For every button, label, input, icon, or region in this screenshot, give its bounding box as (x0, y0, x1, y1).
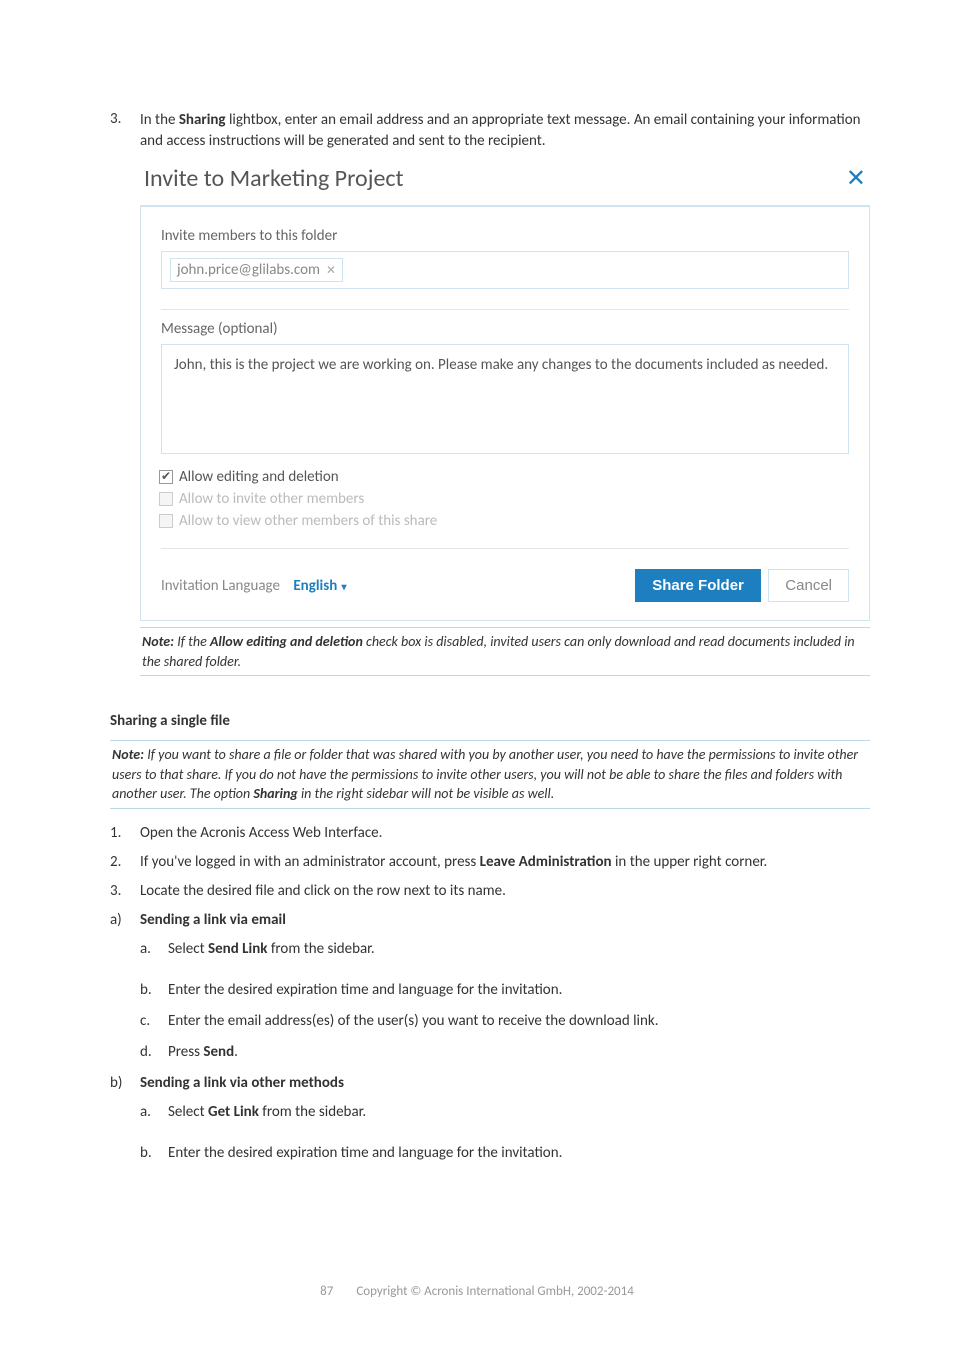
step-text: In the Sharing lightbox, enter an email … (140, 110, 870, 152)
email-chip: john.price@glilabs.com ✕ (170, 258, 343, 282)
dialog-buttons: Share Folder Cancel (635, 569, 849, 602)
divider (161, 309, 849, 310)
permissions-group: ✔ Allow editing and deletion Allow to in… (159, 468, 849, 530)
list-item: 3.Locate the desired file and click on t… (110, 881, 870, 902)
list-item: a.Select Get Link from the sidebar. (140, 1102, 870, 1123)
page-number: 87 (320, 1284, 333, 1299)
dialog-body: Invite members to this folder john.price… (140, 205, 870, 621)
dialog-header: Invite to Marketing Project ✕ (140, 164, 870, 205)
checkbox-unchecked-icon (159, 514, 173, 528)
checkbox-unchecked-icon (159, 492, 173, 506)
list-item: a.Select Send Link from the sidebar. (140, 939, 870, 960)
language-value: English ▾ (293, 577, 346, 595)
invite-dialog: Invite to Marketing Project ✕ Invite mem… (140, 164, 870, 621)
checkbox-checked-icon: ✔ (159, 470, 173, 484)
list-item: 2.If you've logged in with an administra… (110, 852, 870, 873)
sub-list-b: a.Select Get Link from the sidebar. b.En… (140, 1102, 870, 1164)
page-footer: 87 Copyright © Acronis International Gmb… (0, 1284, 954, 1299)
note-allow-editing: Note: If the Allow editing and deletion … (140, 627, 870, 676)
dialog-title: Invite to Marketing Project (144, 164, 404, 193)
allow-invite-checkbox[interactable]: Allow to invite other members (159, 490, 849, 508)
language-label: Invitation Language (161, 577, 280, 595)
step-number: 3. (110, 110, 140, 152)
divider (161, 548, 849, 549)
sharing-single-file-heading: Sharing a single file (110, 712, 870, 730)
list-item: c.Enter the email address(es) of the use… (140, 1011, 870, 1032)
cancel-button[interactable]: Cancel (768, 569, 849, 602)
list-item: b.Enter the desired expiration time and … (140, 980, 870, 1001)
message-textarea[interactable]: John, this is the project we are working… (161, 344, 849, 454)
sub-list-a: a.Select Send Link from the sidebar. b.E… (140, 939, 870, 1063)
chip-remove-icon[interactable]: ✕ (326, 263, 336, 278)
share-folder-button[interactable]: Share Folder (635, 569, 761, 602)
instruction-list: 1.Open the Acronis Access Web Interface.… (110, 823, 870, 1164)
step-3: 3. In the Sharing lightbox, enter an ema… (110, 110, 870, 152)
chevron-down-icon: ▾ (339, 580, 346, 593)
allow-view-members-checkbox[interactable]: Allow to view other members of this shar… (159, 512, 849, 530)
allow-editing-checkbox[interactable]: ✔ Allow editing and deletion (159, 468, 849, 486)
message-label: Message (optional) (161, 320, 849, 338)
list-item: 1.Open the Acronis Access Web Interface. (110, 823, 870, 844)
note-sharing-permission: Note: If you want to share a file or fol… (110, 740, 870, 809)
language-selector[interactable]: Invitation Language English ▾ (161, 577, 347, 595)
email-chip-text: john.price@glilabs.com (177, 261, 320, 279)
dialog-footer: Invitation Language English ▾ Share Fold… (161, 559, 849, 602)
invite-email-input[interactable]: john.price@glilabs.com ✕ (161, 251, 849, 289)
list-item: d.Press Send. (140, 1042, 870, 1063)
copyright-text: Copyright © Acronis International GmbH, … (356, 1284, 634, 1299)
list-item: b.Enter the desired expiration time and … (140, 1143, 870, 1164)
list-item: a)Sending a link via email (110, 910, 870, 931)
close-icon[interactable]: ✕ (846, 164, 866, 193)
list-item: b)Sending a link via other methods (110, 1073, 870, 1094)
invite-members-label: Invite members to this folder (161, 227, 849, 245)
message-value: John, this is the project we are working… (174, 356, 828, 374)
